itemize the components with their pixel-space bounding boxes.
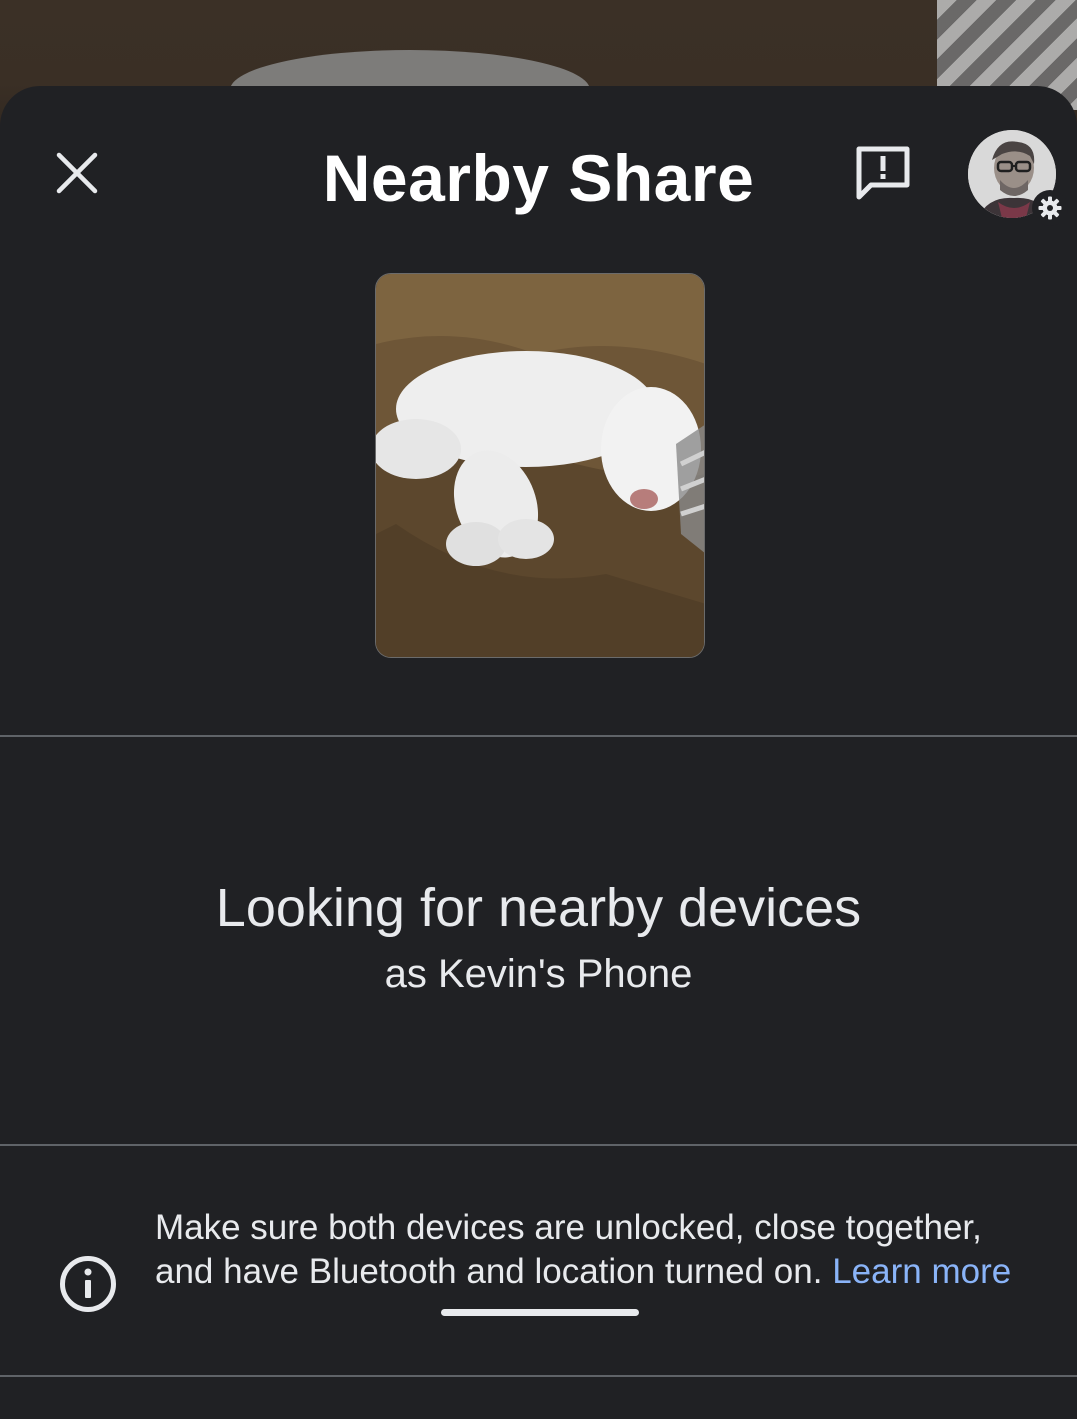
close-button[interactable] (40, 136, 114, 210)
status-title: Looking for nearby devices (215, 878, 862, 938)
gear-icon (1038, 196, 1062, 220)
gesture-navigation-bar[interactable] (441, 1309, 639, 1316)
tip-text: Make sure both devices are unlocked, clo… (155, 1206, 1035, 1294)
tip-section: Make sure both devices are unlocked, clo… (0, 1196, 1077, 1366)
divider-bottom (0, 1375, 1077, 1377)
sheet-header: Nearby Share (0, 86, 1077, 256)
feedback-button[interactable] (846, 136, 920, 210)
feedback-icon (856, 146, 910, 200)
divider-middle (0, 1144, 1077, 1146)
divider-top (0, 735, 1077, 737)
shared-photo-thumbnail (375, 273, 705, 658)
info-icon (60, 1256, 116, 1312)
discovery-status: Looking for nearby devices as Kevin's Ph… (0, 876, 1077, 1000)
status-subtitle: as Kevin's Phone (384, 952, 693, 996)
page-title-text: Nearby Share (322, 141, 755, 215)
learn-more-link[interactable]: Learn more (832, 1252, 1011, 1291)
close-icon (56, 152, 98, 194)
nearby-share-sheet: Nearby Share Looking for nearby devices … (0, 86, 1077, 1419)
account-settings-button[interactable] (968, 130, 1068, 226)
settings-badge (1032, 190, 1068, 226)
